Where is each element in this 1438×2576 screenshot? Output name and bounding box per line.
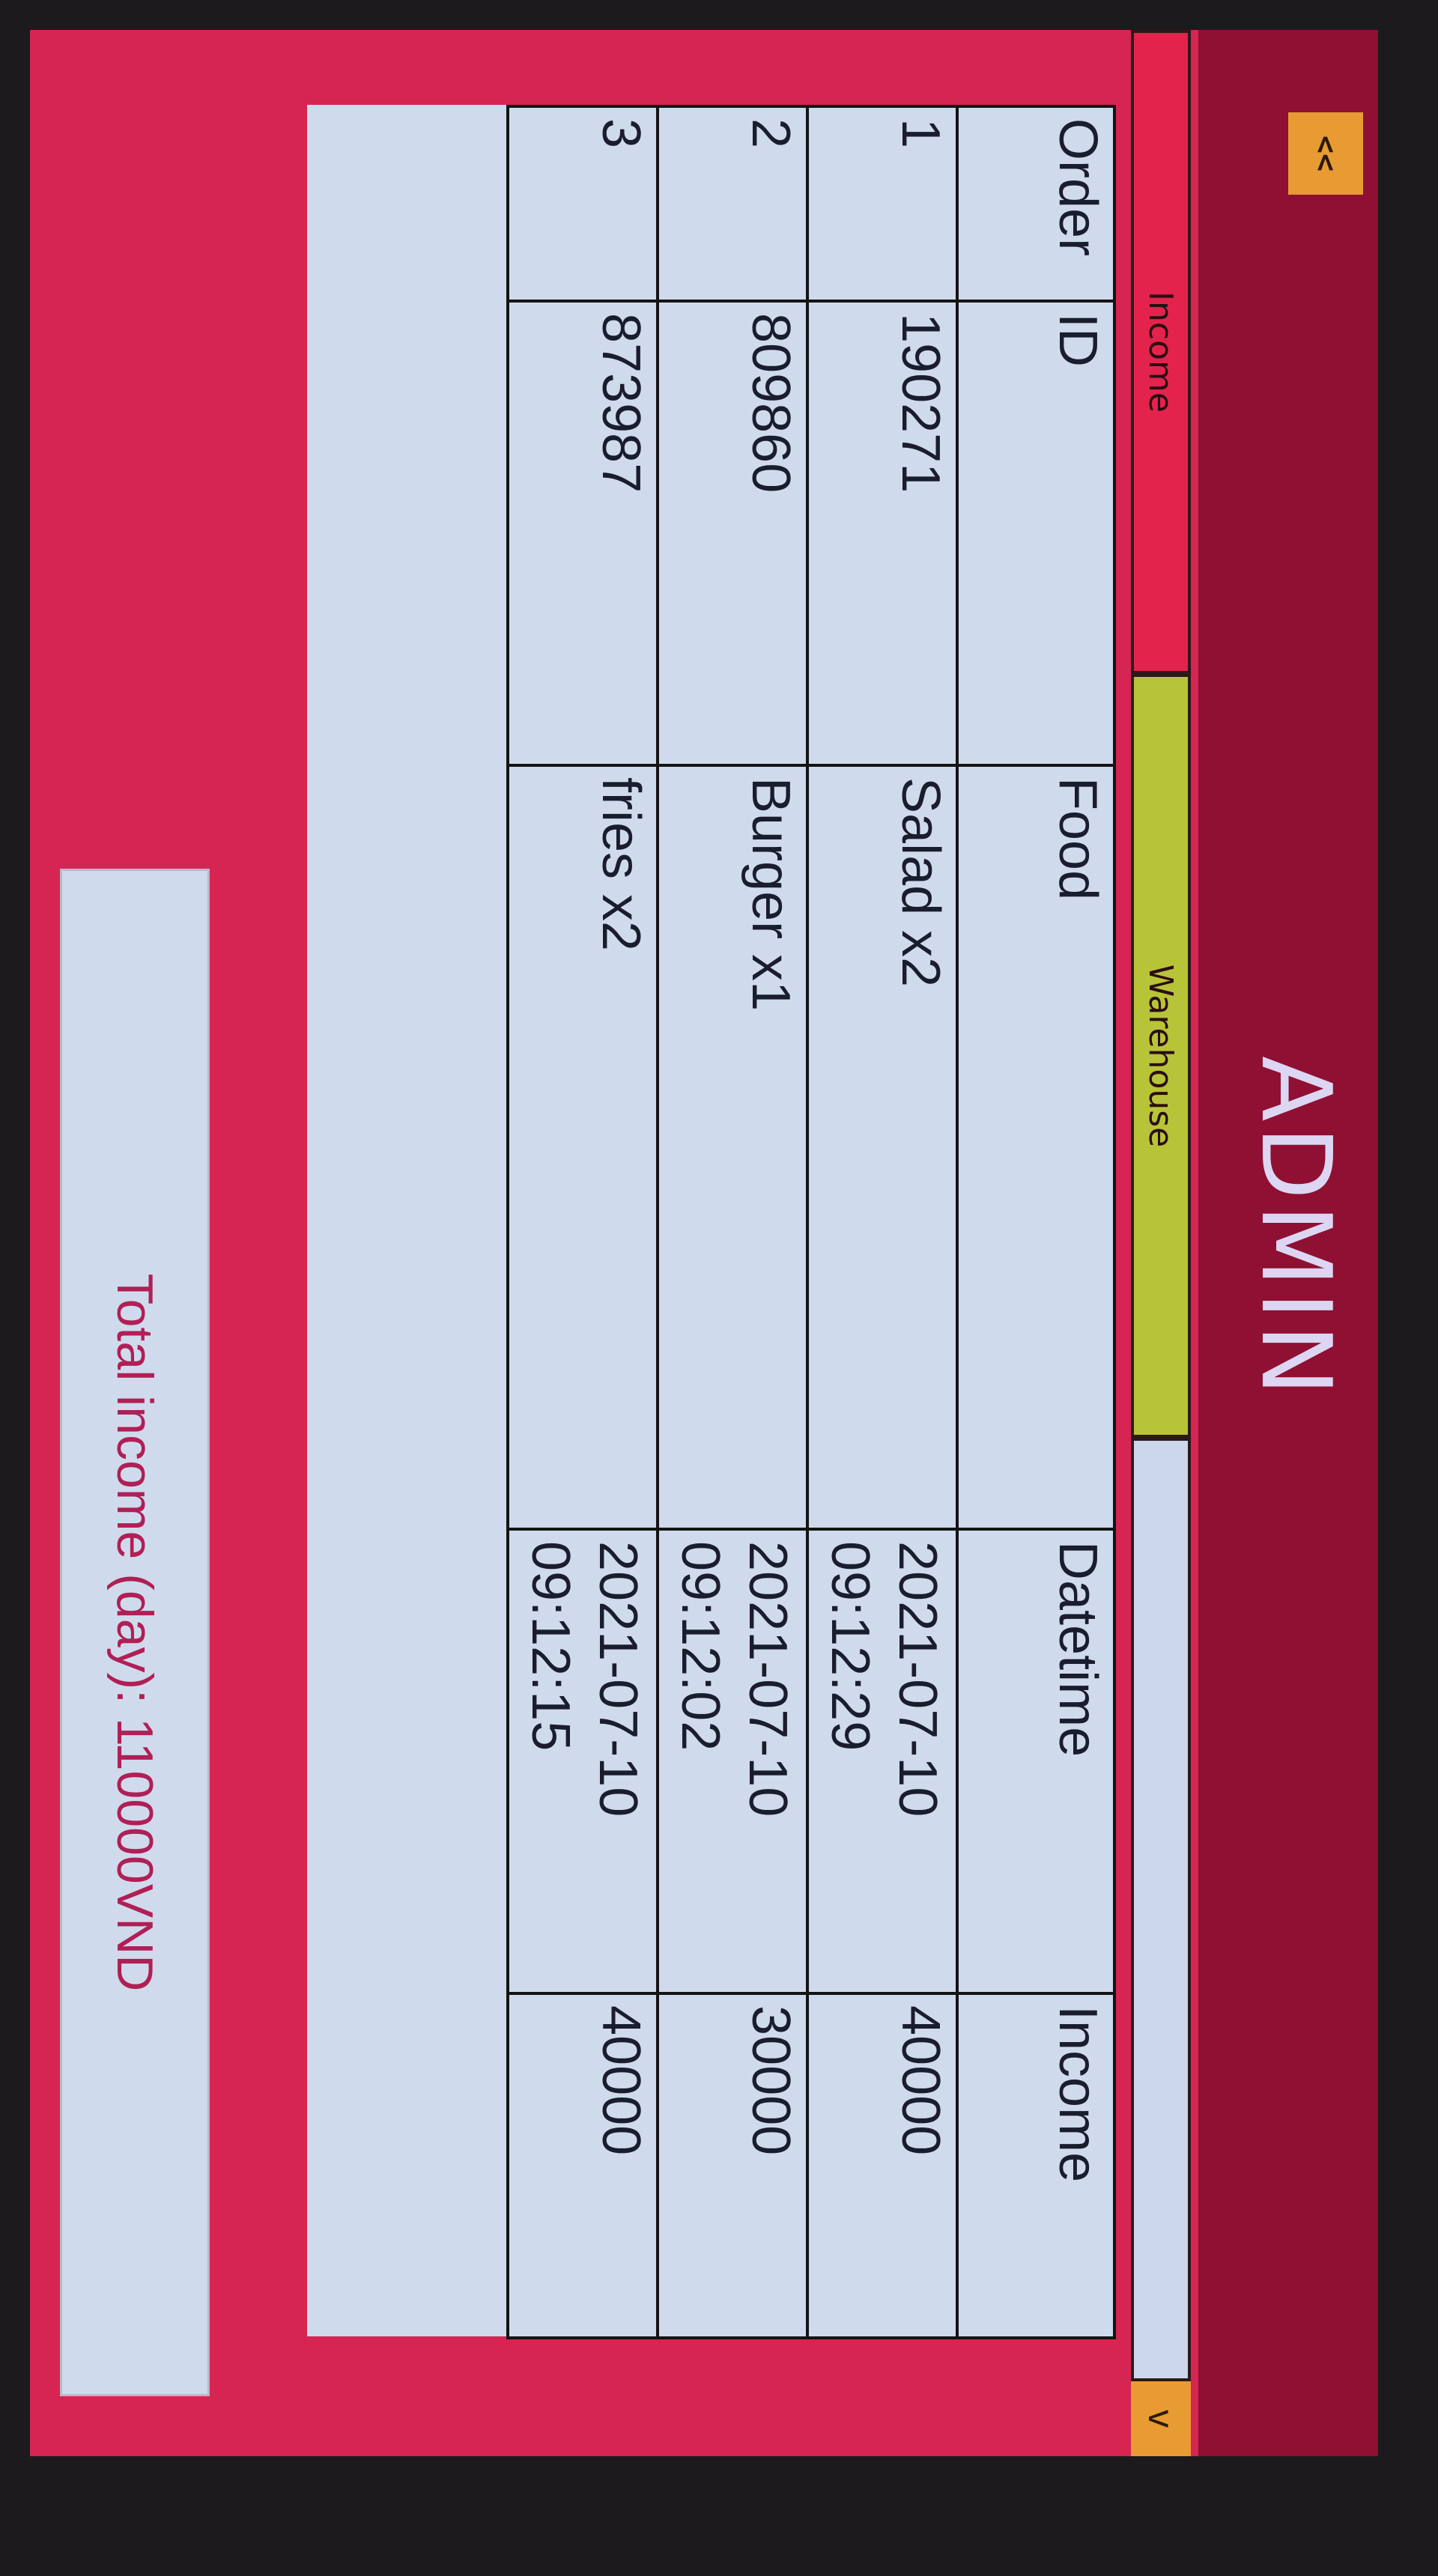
column-header-income: Income xyxy=(957,1993,1114,2338)
column-header-food: Food xyxy=(957,765,1114,1529)
cell-income: 40000 xyxy=(807,1993,957,2338)
cell-datetime: 2021-07-10 09:12:29 xyxy=(807,1529,957,1993)
cell-id: 809860 xyxy=(658,301,807,765)
admin-screen: << ADMIN Income Warehouse v Order ID Foo… xyxy=(30,30,1378,2456)
column-header-id: ID xyxy=(957,301,1114,765)
cell-income: 30000 xyxy=(658,1993,807,2338)
table-header-row: Order ID Food Datetime Income xyxy=(957,106,1114,2338)
cell-time: 09:12:02 xyxy=(670,1541,730,1752)
table-row[interactable]: 1 190271 Salad x2 2021-07-10 09:12:29 40… xyxy=(807,106,957,2338)
page-title: ADMIN xyxy=(1240,1055,1352,1401)
cell-order: 1 xyxy=(807,106,957,301)
tab-income[interactable]: Income xyxy=(1131,30,1191,674)
cell-food: fries x2 xyxy=(508,765,658,1529)
cell-id: 190271 xyxy=(807,301,957,765)
table-row[interactable]: 2 809860 Burger x1 2021-07-10 09:12:02 3… xyxy=(658,106,807,2338)
cell-datetime: 2021-07-10 09:12:02 xyxy=(658,1529,807,1993)
cell-datetime: 2021-07-10 09:12:15 xyxy=(508,1529,658,1993)
dropdown-button[interactable]: v xyxy=(1131,2381,1191,2456)
device-screen: << ADMIN Income Warehouse v Order ID Foo… xyxy=(30,30,1378,2456)
cell-date: 2021-07-10 xyxy=(888,1541,947,1817)
orders-table: Order ID Food Datetime Income 1 190271 S… xyxy=(506,105,1116,2339)
orders-panel: Order ID Food Datetime Income 1 190271 S… xyxy=(307,105,1116,2339)
cell-time: 09:12:15 xyxy=(521,1541,580,1752)
cell-id: 873987 xyxy=(508,301,658,765)
back-button[interactable]: << xyxy=(1288,112,1363,195)
cell-food: Salad x2 xyxy=(807,765,957,1529)
column-header-datetime: Datetime xyxy=(957,1529,1114,1993)
header-bar: << ADMIN xyxy=(1198,30,1378,2456)
cell-food: Burger x1 xyxy=(658,765,807,1529)
cell-date: 2021-07-10 xyxy=(588,1541,648,1817)
tab-bar-empty xyxy=(1131,1438,1191,2381)
cell-order: 2 xyxy=(658,106,807,301)
table-row[interactable]: 3 873987 fries x2 2021-07-10 09:12:15 40… xyxy=(508,106,658,2338)
column-header-order: Order xyxy=(957,106,1114,301)
cell-date: 2021-07-10 xyxy=(738,1541,798,1817)
cell-order: 3 xyxy=(508,106,658,301)
cell-time: 09:12:29 xyxy=(820,1541,880,1752)
total-income-label: Total income (day): 110000VND xyxy=(60,869,210,2396)
tab-warehouse[interactable]: Warehouse xyxy=(1131,674,1191,1438)
cell-income: 40000 xyxy=(508,1993,658,2338)
